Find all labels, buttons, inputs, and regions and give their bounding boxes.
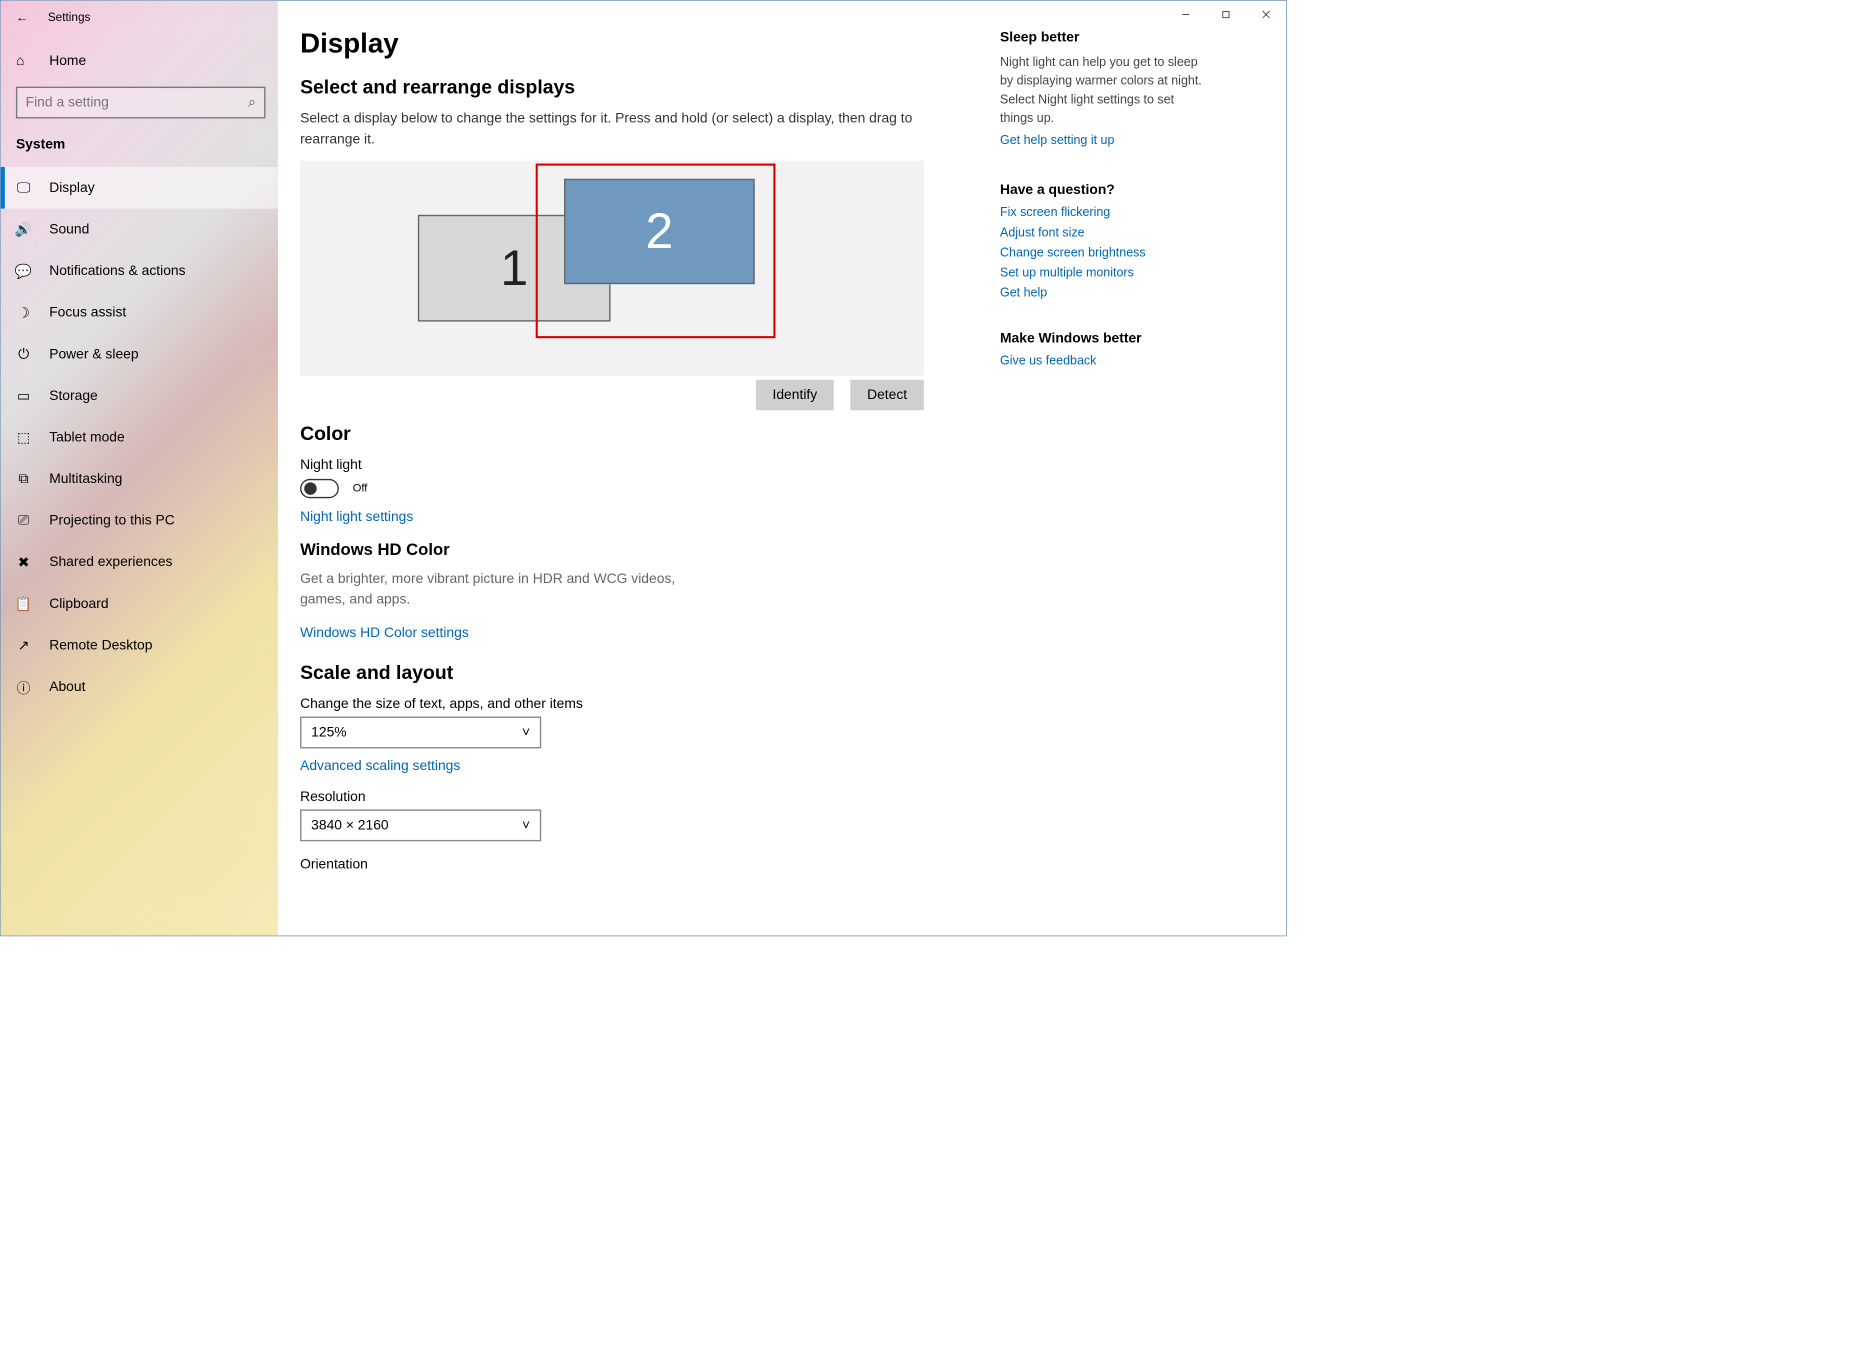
power-icon: ⏻ xyxy=(16,346,31,362)
window-title: Settings xyxy=(48,10,91,24)
sidebar-item-sound[interactable]: 🔊 Sound xyxy=(1,209,278,251)
home-icon: ⌂ xyxy=(16,53,31,69)
resolution-value: 3840 × 2160 xyxy=(311,817,388,833)
tablet-icon: ⬚ xyxy=(16,429,31,446)
sidebar-section: System xyxy=(1,127,278,162)
chevron-down-icon: ˅ xyxy=(522,817,530,833)
resolution-select[interactable]: 3840 × 2160 ˅ xyxy=(300,809,541,841)
clipboard-icon: 📋 xyxy=(16,595,31,612)
sidebar-item-label: Remote Desktop xyxy=(49,637,152,653)
help-link[interactable]: Set up multiple monitors xyxy=(1000,265,1208,280)
scale-heading: Scale and layout xyxy=(300,662,951,684)
night-light-label: Night light xyxy=(300,457,951,473)
sidebar-item-clipboard[interactable]: 📋 Clipboard xyxy=(1,583,278,625)
help-link[interactable]: Adjust font size xyxy=(1000,225,1208,240)
sidebar-item-focus[interactable]: ☽ Focus assist xyxy=(1,292,278,334)
sidebar-item-about[interactable]: ⓘ About xyxy=(1,666,278,708)
help-link[interactable]: Get help xyxy=(1000,286,1208,301)
night-light-settings-link[interactable]: Night light settings xyxy=(300,509,413,525)
display-icon: 🖵 xyxy=(16,180,31,196)
maximize-button[interactable] xyxy=(1206,1,1246,29)
sidebar-item-label: Projecting to this PC xyxy=(49,512,175,528)
focus-icon: ☽ xyxy=(16,304,31,321)
home-label: Home xyxy=(49,53,86,69)
sidebar-item-notifications[interactable]: 💬 Notifications & actions xyxy=(1,250,278,292)
sidebar-item-multitask[interactable]: ⧉ Multitasking xyxy=(1,458,278,500)
sidebar-item-label: Display xyxy=(49,180,94,196)
notifications-icon: 💬 xyxy=(16,262,31,279)
close-button[interactable] xyxy=(1246,1,1286,29)
question-heading: Have a question? xyxy=(1000,182,1208,198)
shared-icon: ✖ xyxy=(16,553,31,570)
sidebar-item-label: Tablet mode xyxy=(49,429,125,445)
sidebar-item-shared[interactable]: ✖ Shared experiences xyxy=(1,541,278,583)
search-field[interactable] xyxy=(26,95,248,111)
hd-color-link[interactable]: Windows HD Color settings xyxy=(300,625,469,641)
sidebar-item-label: Sound xyxy=(49,221,89,237)
back-button[interactable]: ← xyxy=(16,10,28,25)
minimize-button[interactable] xyxy=(1166,1,1206,29)
scale-value: 125% xyxy=(311,725,346,741)
display-arrangement[interactable]: 2 1 xyxy=(300,161,924,376)
sidebar-item-label: Focus assist xyxy=(49,305,126,321)
advanced-scaling-link[interactable]: Advanced scaling settings xyxy=(300,758,460,774)
sidebar-item-label: Clipboard xyxy=(49,596,108,612)
sidebar-item-label: Multitasking xyxy=(49,471,122,487)
remote-icon: ↗ xyxy=(16,637,31,654)
hd-color-text: Get a brighter, more vibrant picture in … xyxy=(300,568,688,610)
feedback-link[interactable]: Give us feedback xyxy=(1000,353,1208,368)
rearrange-heading: Select and rearrange displays xyxy=(300,76,951,98)
sidebar: ← Settings ⌂ Home ⌕ System 🖵 Display 🔊 Soun… xyxy=(1,1,278,936)
sleep-help-link[interactable]: Get help setting it up xyxy=(1000,133,1208,148)
identify-button[interactable]: Identify xyxy=(756,380,834,410)
rearrange-text: Select a display below to change the set… xyxy=(300,108,951,150)
sound-icon: 🔊 xyxy=(16,221,31,238)
detect-button[interactable]: Detect xyxy=(850,380,923,410)
help-link[interactable]: Fix screen flickering xyxy=(1000,205,1208,220)
display-monitor-2[interactable]: 2 xyxy=(564,179,755,284)
sidebar-item-projecting[interactable]: ⎚ Projecting to this PC xyxy=(1,500,278,542)
search-input[interactable]: ⌕ xyxy=(16,87,265,119)
hd-color-heading: Windows HD Color xyxy=(300,541,951,560)
page-title: Display xyxy=(300,28,951,59)
sidebar-item-label: Shared experiences xyxy=(49,554,172,570)
make-better-heading: Make Windows better xyxy=(1000,331,1208,347)
night-light-toggle[interactable] xyxy=(300,479,339,498)
sleep-better-heading: Sleep better xyxy=(1000,30,1208,46)
night-light-state: Off xyxy=(353,482,368,494)
sleep-better-text: Night light can help you get to sleep by… xyxy=(1000,53,1208,128)
sidebar-item-tablet[interactable]: ⬚ Tablet mode xyxy=(1,416,278,458)
projecting-icon: ⎚ xyxy=(16,512,31,528)
sidebar-item-remote[interactable]: ↗ Remote Desktop xyxy=(1,624,278,666)
resolution-label: Resolution xyxy=(300,789,951,805)
help-link[interactable]: Change screen brightness xyxy=(1000,245,1208,260)
about-icon: ⓘ xyxy=(16,677,31,697)
multitask-icon: ⧉ xyxy=(16,471,31,487)
sidebar-item-label: Storage xyxy=(49,388,98,404)
color-heading: Color xyxy=(300,423,951,445)
sidebar-item-power[interactable]: ⏻ Power & sleep xyxy=(1,333,278,375)
chevron-down-icon: ˅ xyxy=(522,725,530,741)
sidebar-home[interactable]: ⌂ Home xyxy=(1,41,278,81)
sidebar-item-label: Notifications & actions xyxy=(49,263,185,279)
sidebar-item-storage[interactable]: ▭ Storage xyxy=(1,375,278,417)
orientation-label: Orientation xyxy=(300,857,951,873)
sidebar-item-display[interactable]: 🖵 Display xyxy=(1,167,278,209)
storage-icon: ▭ xyxy=(16,387,31,404)
sidebar-item-label: Power & sleep xyxy=(49,346,138,362)
scale-select[interactable]: 125% ˅ xyxy=(300,717,541,749)
search-icon: ⌕ xyxy=(248,95,256,111)
sidebar-item-label: About xyxy=(49,679,85,695)
scale-label: Change the size of text, apps, and other… xyxy=(300,696,951,712)
